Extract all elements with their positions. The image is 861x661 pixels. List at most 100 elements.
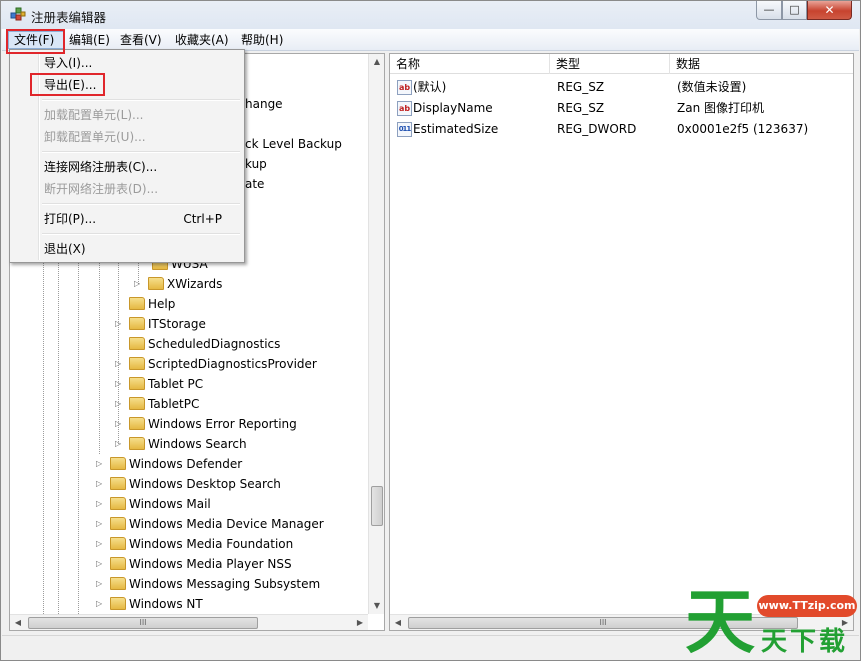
expand-arrow-icon[interactable]: ▷ [96, 554, 106, 574]
tree-item-label: ITStorage [148, 317, 206, 331]
value-row[interactable]: ab (默认) REG_SZ (数值未设置) [390, 77, 853, 98]
expand-arrow-icon[interactable]: ▷ [115, 414, 125, 434]
tree-vertical-scroll-thumb[interactable] [371, 486, 383, 526]
string-value-icon: ab [397, 80, 412, 95]
menu-view[interactable]: 查看(V) [115, 31, 167, 49]
expand-arrow-icon[interactable]: ▷ [96, 494, 106, 514]
scroll-up-icon[interactable]: ▲ [369, 54, 384, 70]
tree-item-label: Windows Search [148, 437, 247, 451]
scroll-left-icon[interactable]: ◀ [390, 615, 406, 630]
expand-arrow-icon[interactable]: ▷ [96, 594, 106, 614]
tree-item-label: Windows Media Foundation [129, 537, 294, 551]
tree-item-windows-media-foundation[interactable]: ▷ Windows Media Foundation [96, 534, 293, 554]
expand-arrow-icon[interactable]: ▷ [96, 474, 106, 494]
folder-icon [110, 597, 126, 610]
tree-item-label: Windows NT [129, 597, 203, 611]
menu-favorites[interactable]: 收藏夹(A) [170, 31, 234, 49]
column-header-type[interactable]: 类型 [550, 54, 670, 74]
tree-item-partial[interactable]: kup [245, 154, 267, 174]
tree-horizontal-scrollbar[interactable]: ◀ III ▶ [10, 614, 368, 630]
menu-bar: 文件(F) 编辑(E) 查看(V) 收藏夹(A) 帮助(H) [2, 29, 859, 51]
tree-item-label: ck Level Backup [245, 137, 342, 151]
registry-editor-window: 注册表编辑器 — □ ✕ 文件(F) 编辑(E) 查看(V) 收藏夹(A) 帮助… [0, 0, 861, 661]
close-button[interactable]: ✕ [807, 1, 852, 20]
column-header-name[interactable]: 名称 [390, 54, 550, 74]
menu-item-print-label: 打印(P)... [44, 212, 97, 226]
menu-help[interactable]: 帮助(H) [236, 31, 288, 49]
tree-horizontal-scroll-thumb[interactable]: III [28, 617, 258, 629]
minimize-button[interactable]: — [756, 1, 782, 20]
menu-edit[interactable]: 编辑(E) [64, 31, 115, 49]
tree-item-label: Windows Desktop Search [129, 477, 281, 491]
values-list-pane[interactable]: 名称 类型 数据 ab (默认) REG_SZ (数值未设置) ab Displ… [389, 53, 854, 631]
menu-item-print[interactable]: 打印(P)... Ctrl+P [12, 208, 242, 230]
maximize-button[interactable]: □ [782, 1, 807, 20]
tree-item-windows-search[interactable]: ▷ Windows Search [115, 434, 247, 454]
tree-item-windows-media-player-nss[interactable]: ▷ Windows Media Player NSS [96, 554, 292, 574]
expand-arrow-icon[interactable]: ▷ [115, 354, 125, 374]
tree-item-windows-nt[interactable]: ▷ Windows NT [96, 594, 203, 614]
scroll-right-icon[interactable]: ▶ [352, 615, 368, 630]
tree-item-windows-mail[interactable]: ▷ Windows Mail [96, 494, 211, 514]
tree-item-scheduleddiagnostics[interactable]: ScheduledDiagnostics [115, 334, 280, 354]
tree-item-windows-messaging-subsystem[interactable]: ▷ Windows Messaging Subsystem [96, 574, 320, 594]
tree-item-itstorage[interactable]: ▷ ITStorage [115, 314, 206, 334]
string-value-icon: ab [397, 101, 412, 116]
value-row[interactable]: 011 EstimatedSize REG_DWORD 0x0001e2f5 (… [390, 119, 853, 140]
folder-icon [110, 497, 126, 510]
expand-arrow-icon[interactable]: ▷ [115, 374, 125, 394]
expand-arrow-icon[interactable]: ▷ [115, 314, 125, 334]
value-data: (数值未设置) [677, 80, 747, 94]
expand-arrow-icon[interactable]: ▷ [96, 454, 106, 474]
value-type: REG_SZ [557, 80, 605, 94]
list-header: 名称 类型 数据 [390, 54, 853, 74]
menu-item-import[interactable]: 导入(I)... [12, 52, 242, 74]
menu-item-disconnect-network-registry: 断开网络注册表(D)... [44, 182, 159, 196]
expand-arrow-icon[interactable]: ▷ [96, 514, 106, 534]
folder-icon [110, 517, 126, 530]
tree-item-scripteddiagnosticsprovider[interactable]: ▷ ScriptedDiagnosticsProvider [115, 354, 317, 374]
column-header-data[interactable]: 数据 [670, 54, 853, 74]
tree-item-label: hange [245, 97, 283, 111]
tree-item-tabletpc[interactable]: ▷ TabletPC [115, 394, 199, 414]
value-type: REG_SZ [557, 101, 605, 115]
tree-item-help[interactable]: Help [115, 294, 175, 314]
menu-file[interactable]: 文件(F) [8, 31, 64, 49]
tree-item-windows-desktop-search[interactable]: ▷ Windows Desktop Search [96, 474, 281, 494]
title-bar[interactable]: 注册表编辑器 — □ ✕ [1, 1, 860, 29]
value-type: REG_DWORD [557, 122, 637, 136]
expand-arrow-icon[interactable]: ▷ [115, 434, 125, 454]
folder-icon [129, 417, 145, 430]
value-data: 0x0001e2f5 (123637) [677, 122, 809, 136]
folder-icon [129, 357, 145, 370]
tree-vertical-scrollbar[interactable]: ▲ ▼ [368, 54, 384, 614]
tree-item-partial[interactable]: ate [245, 174, 264, 194]
scroll-left-icon[interactable]: ◀ [10, 615, 26, 630]
tree-item-tablet-pc[interactable]: ▷ Tablet PC [115, 374, 203, 394]
watermark-site: www.TTzip.com [757, 595, 857, 617]
tree-item-windows-error-reporting[interactable]: ▷ Windows Error Reporting [115, 414, 297, 434]
tree-item-label: Windows Media Player NSS [129, 557, 292, 571]
expand-arrow-icon[interactable]: ▷ [134, 274, 144, 294]
scroll-down-icon[interactable]: ▼ [369, 598, 384, 614]
tree-item-partial[interactable]: ck Level Backup [245, 134, 342, 154]
tree-item-label: Windows Media Device Manager [129, 517, 324, 531]
expand-arrow-icon[interactable]: ▷ [96, 534, 106, 554]
tree-item-xwizards[interactable]: ▷ XWizards [134, 274, 222, 294]
tree-item-label: ate [245, 177, 265, 191]
expand-arrow-icon[interactable]: ▷ [115, 394, 125, 414]
folder-icon [129, 317, 145, 330]
tree-item-windows-defender[interactable]: ▷ Windows Defender [96, 454, 242, 474]
tree-item-windows-media-device-manager[interactable]: ▷ Windows Media Device Manager [96, 514, 324, 534]
watermark-char: 天 [685, 580, 755, 661]
menu-item-exit[interactable]: 退出(X) [12, 238, 242, 260]
registry-editor-icon [10, 7, 26, 21]
tree-item-partial[interactable]: hange [245, 94, 283, 114]
expand-arrow-icon[interactable]: ▷ [96, 574, 106, 594]
folder-icon [129, 437, 145, 450]
watermark-text: 天下载 [761, 627, 849, 657]
value-name: DisplayName [413, 101, 493, 115]
value-row[interactable]: ab DisplayName REG_SZ Zan 图像打印机 [390, 98, 853, 119]
menu-item-connect-network-registry[interactable]: 连接网络注册表(C)... [12, 156, 242, 178]
menu-item-export[interactable]: 导出(E)... [12, 74, 242, 96]
